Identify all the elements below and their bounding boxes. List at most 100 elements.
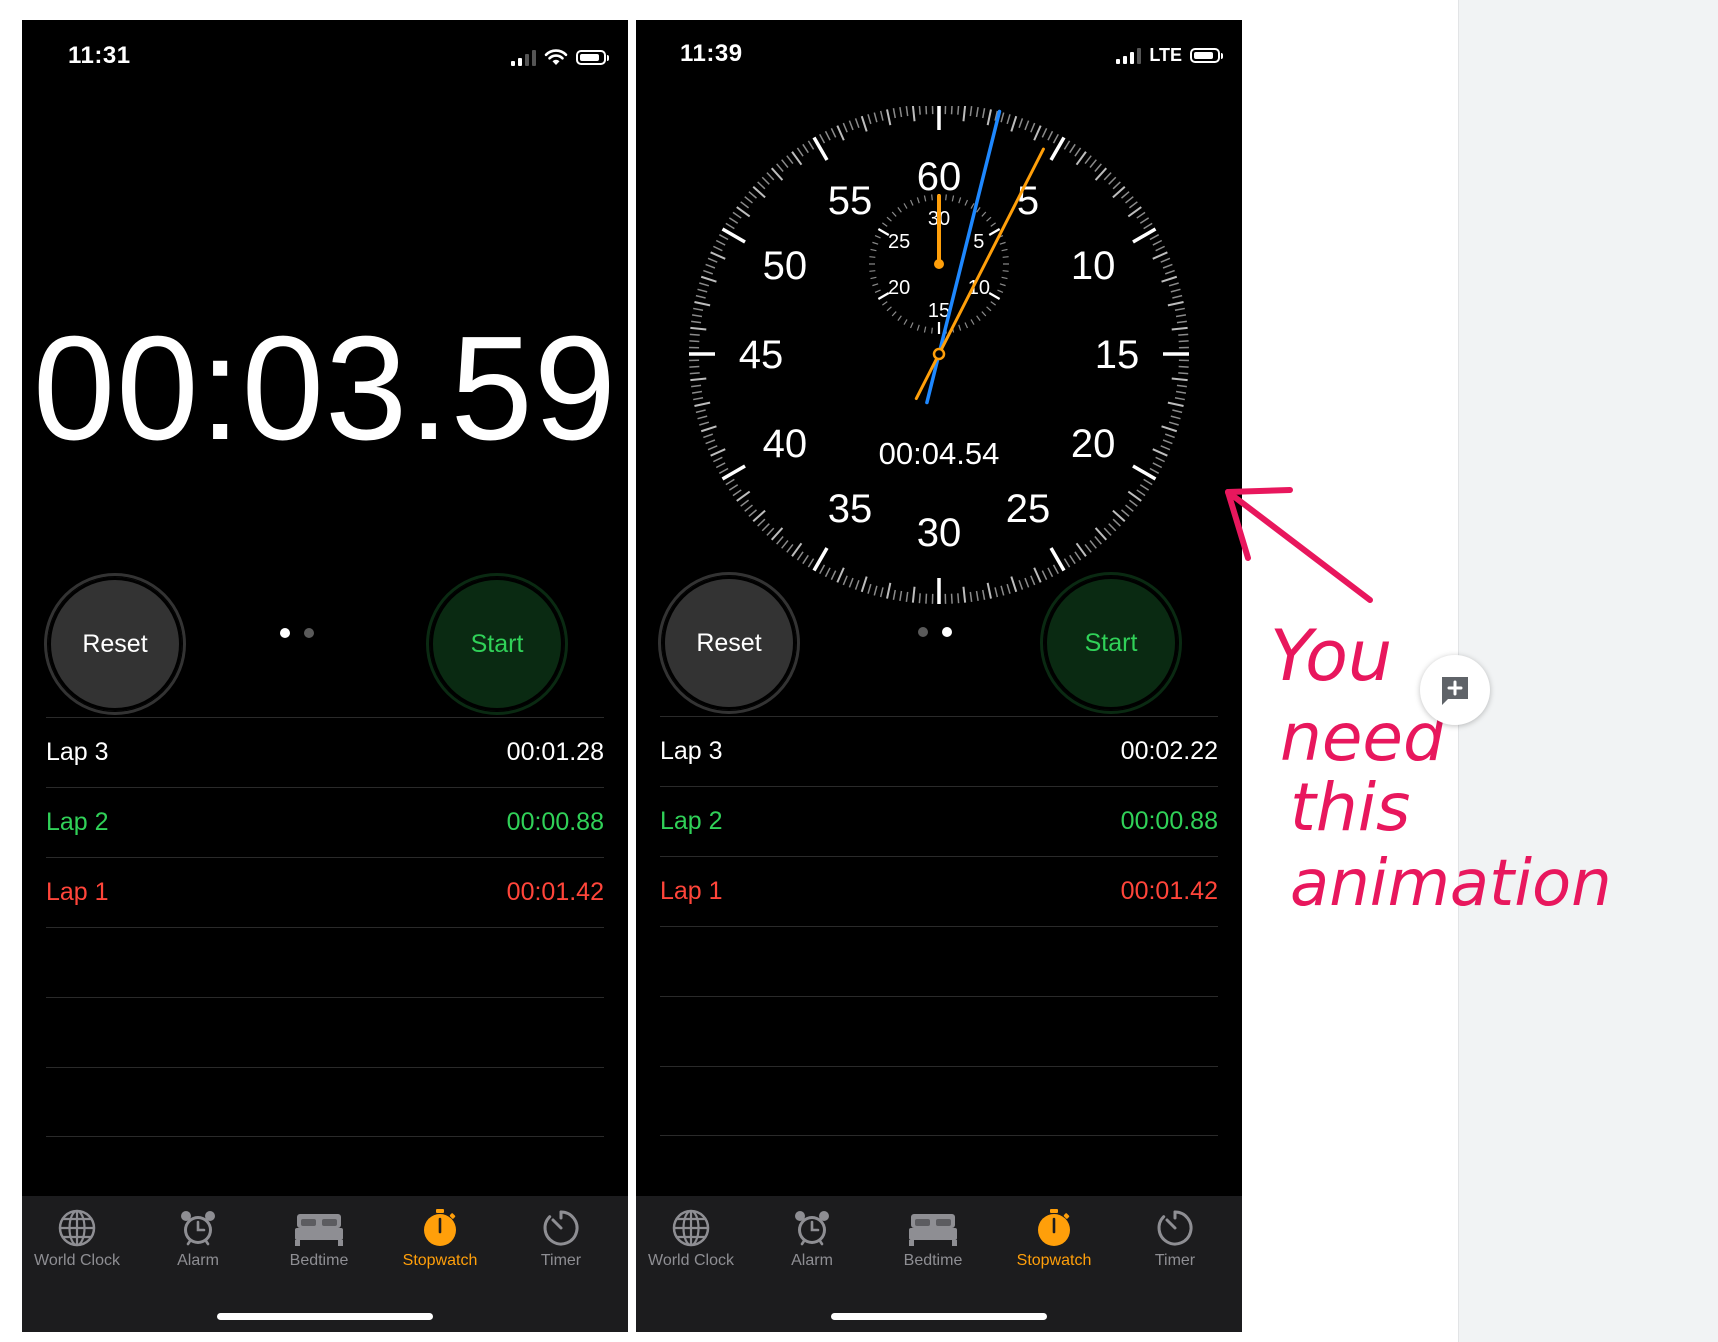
add-comment-icon [1442, 677, 1468, 705]
dial-tick [969, 106, 973, 117]
add-comment-button[interactable] [1420, 655, 1490, 725]
dial-tick [1162, 263, 1173, 269]
tab-world-clock[interactable]: World Clock [22, 1208, 137, 1270]
dial-tick [695, 409, 706, 414]
dial-tick [867, 583, 872, 594]
dial-tick [697, 288, 708, 293]
dial-tick [721, 464, 746, 481]
status-time: 11:31 [68, 42, 131, 69]
home-indicator[interactable] [217, 1313, 433, 1320]
start-button-label: Start [470, 629, 524, 658]
dial-tick [1074, 147, 1082, 157]
tab-world-clock[interactable]: World Clock [636, 1208, 751, 1270]
reset-button[interactable]: Reset [44, 573, 186, 715]
start-button[interactable]: Start [1040, 572, 1182, 714]
reset-button-label: Reset [82, 629, 148, 658]
tab-bedtime[interactable]: Bedtime [873, 1208, 993, 1270]
tab-alarm[interactable]: Alarm [138, 1208, 258, 1270]
lap-row: Lap 1 00:01.42 [46, 857, 604, 927]
dial-tick [986, 582, 992, 599]
dial-tick [691, 390, 703, 394]
dial-tick [748, 191, 757, 199]
dial-tick [1010, 576, 1018, 593]
start-button[interactable]: Start [426, 573, 568, 715]
dial-label-55: 55 [828, 179, 873, 223]
dial-tick [1063, 558, 1071, 568]
wifi-icon [544, 49, 568, 65]
dial-tick [689, 333, 700, 336]
page-indicator[interactable] [918, 627, 952, 637]
dial-tick [781, 159, 789, 168]
dial-tick [697, 415, 708, 420]
sub-dial-tick [1001, 248, 1008, 252]
sub-dial-tick [872, 283, 879, 287]
dial-tick [744, 196, 753, 204]
dial-tick [1121, 191, 1130, 199]
home-indicator[interactable] [831, 1313, 1047, 1320]
dial-tick [1149, 234, 1160, 241]
start-button-label: Start [1084, 628, 1138, 657]
tab-label: Alarm [791, 1252, 833, 1269]
dial-tick [975, 106, 979, 118]
tab-alarm[interactable]: Alarm [752, 1208, 872, 1270]
page-dot-2[interactable] [942, 627, 952, 637]
dial-tick [1103, 172, 1112, 181]
sub-dial-tick [999, 283, 1006, 287]
dial-tick [981, 108, 986, 119]
dial-tick [791, 542, 803, 557]
dial-tick [776, 163, 784, 172]
dial-tick [1161, 425, 1178, 433]
dial-tick [918, 593, 921, 604]
annotation-line-4: animation [1290, 847, 1612, 921]
page-dot-1[interactable] [918, 627, 928, 637]
dial-tick [1018, 579, 1024, 590]
dial-tick [744, 504, 753, 512]
lap-label: Lap 2 [46, 808, 109, 836]
sub-dial-tick [882, 301, 888, 306]
tab-stopwatch[interactable]: Stopwatch [994, 1208, 1114, 1270]
dial-tick [994, 587, 999, 598]
dial-label-15: 15 [1095, 333, 1140, 377]
dial-tick [1132, 227, 1157, 244]
empty-lap-row [660, 996, 1218, 1066]
page-indicator[interactable] [280, 628, 314, 638]
dial-tick [689, 372, 700, 375]
reset-button[interactable]: Reset [658, 572, 800, 714]
bed-icon [909, 1214, 957, 1246]
dial-tick [1052, 564, 1059, 575]
lap-label: Lap 3 [46, 738, 109, 766]
dial-tick [1094, 527, 1108, 541]
dial-tick [873, 585, 878, 596]
page-dot-2[interactable] [304, 628, 314, 638]
dial-tick [752, 509, 766, 523]
sub-dial-tick [897, 207, 902, 213]
dial-tick [732, 211, 742, 219]
dial-tick [713, 245, 723, 252]
dial-tick [690, 377, 707, 382]
tab-timer[interactable]: Timer [501, 1208, 621, 1270]
sub-dial-tick [988, 292, 1001, 300]
dial-tick [740, 201, 750, 209]
lap-label: Lap 3 [660, 737, 723, 765]
sub-dial-tick [886, 216, 892, 222]
dial-tick [1024, 577, 1030, 588]
dial-tick [1178, 365, 1189, 368]
sub-dial-tick [909, 199, 914, 206]
lap-row: Lap 1 00:01.42 [660, 856, 1218, 926]
dial-tick [1030, 122, 1036, 133]
dial-tick [786, 155, 794, 165]
tab-bedtime[interactable]: Bedtime [259, 1208, 379, 1270]
lap-time: 00:00.88 [506, 808, 604, 836]
dial-tick [986, 109, 992, 126]
sub-dial-tick [958, 324, 962, 331]
tab-timer[interactable]: Timer [1115, 1208, 1235, 1270]
dial-tick [819, 133, 826, 144]
dial-tick [1167, 401, 1184, 407]
dial-tick [690, 326, 707, 331]
dial-tick [1108, 176, 1117, 185]
dial-tick [819, 564, 826, 575]
page-dot-1[interactable] [280, 628, 290, 638]
dial-tick [1125, 504, 1134, 512]
tab-stopwatch[interactable]: Stopwatch [380, 1208, 500, 1270]
dial-tick [703, 269, 714, 275]
